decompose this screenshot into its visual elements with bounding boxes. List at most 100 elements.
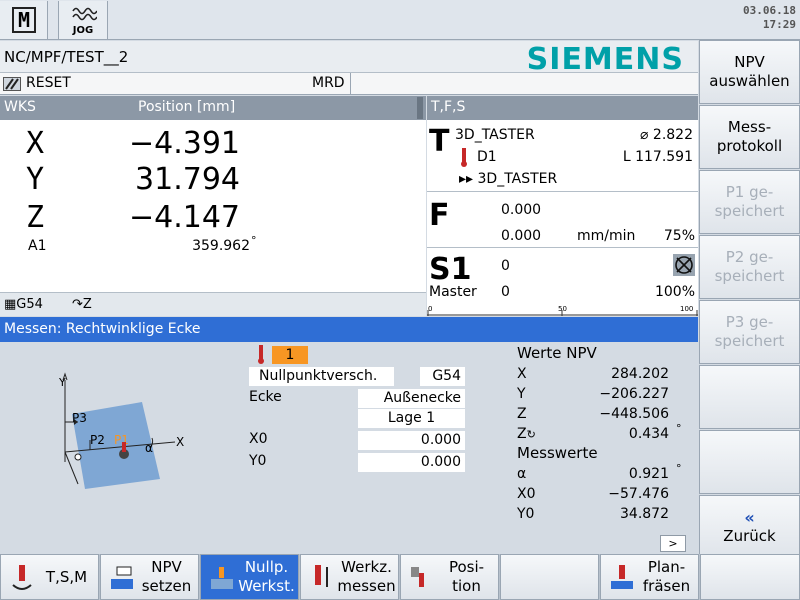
- zero-offset-value[interactable]: G54: [420, 367, 465, 386]
- softkey-tool-measure[interactable]: Werkz. messen: [300, 554, 399, 600]
- axis-value: −4.147: [128, 200, 240, 235]
- jog-mode-button[interactable]: JOG: [58, 1, 108, 39]
- degree-unit: °: [676, 422, 682, 435]
- rotation-icon: ↻: [526, 428, 536, 441]
- softkey-npv-select[interactable]: NPV auswählen: [699, 40, 800, 104]
- feed-letter: F: [429, 198, 450, 233]
- corner-label: Ecke: [249, 389, 282, 405]
- axis-a1-unit: °: [251, 234, 257, 247]
- result-value: −206.227: [599, 386, 669, 402]
- softkey-npv-set[interactable]: NPV setzen: [100, 554, 199, 600]
- softkey-empty-right[interactable]: [700, 554, 800, 600]
- softkey-empty-6[interactable]: [699, 365, 800, 429]
- tfs-display: T 3D_TASTER ⌀ 2.822 D1 L 117.591 ▸▸ 3D_T…: [427, 120, 698, 316]
- x0-input[interactable]: 0.000: [358, 431, 465, 450]
- status-divider: [350, 73, 351, 95]
- softkey-tsm[interactable]: T,S,M: [0, 554, 99, 600]
- measured-value: 0.921: [628, 466, 669, 482]
- feed-setpoint: 0.000: [501, 228, 542, 244]
- softkey-label: speichert: [714, 267, 785, 285]
- npv-set-icon: [111, 566, 133, 589]
- softkey-label: P3 ge-: [725, 313, 774, 331]
- jog-label: JOG: [72, 25, 94, 36]
- next-tool-name: 3D_TASTER: [477, 171, 558, 187]
- softkey-label: NPV: [151, 558, 182, 576]
- mrd-status: MRD: [312, 75, 345, 91]
- softkey-zero-workpiece[interactable]: Nullp. Werkst.: [200, 554, 299, 600]
- grid-icon: ▦: [4, 297, 17, 312]
- softkey-label: fräsen: [642, 577, 691, 595]
- softkey-label: tion: [452, 577, 481, 595]
- axis-row-z: Z −4.147: [0, 200, 426, 236]
- axis-a1-name: A1: [28, 238, 47, 254]
- softkey-face-milling[interactable]: Plan- fräsen: [600, 554, 699, 600]
- diagram-p3-label: P3: [72, 411, 87, 425]
- feed-section: F 0.000 0.000 mm/min 75%: [427, 192, 698, 248]
- softkey-p2-saved[interactable]: P2 ge- speichert: [699, 235, 800, 299]
- vertical-softkeys: NPV auswählen Mess- protokoll P1 ge- spe…: [699, 40, 800, 560]
- tfs-title: T,F,S: [431, 99, 466, 115]
- spindle-stop-icon: [673, 254, 695, 276]
- axis-value: −4.391: [128, 126, 240, 161]
- siemens-logo: SIEMENS: [526, 42, 684, 77]
- softkey-p1-saved[interactable]: P1 ge- speichert: [699, 170, 800, 234]
- softkey-label: speichert: [714, 202, 785, 220]
- softkey-measure-log[interactable]: Mess- protokoll: [699, 105, 800, 169]
- result-value: 0.434: [628, 426, 669, 442]
- position-select[interactable]: Lage 1: [358, 409, 465, 428]
- top-bar: M JOG 03.06.18 17:29: [0, 0, 800, 40]
- softkey-label: Zurück: [723, 527, 776, 545]
- spindle-override: 100%: [654, 284, 695, 300]
- tool-diameter: ⌀ 2.822: [640, 127, 693, 143]
- feed-actual: 0.000: [501, 202, 542, 218]
- spindle-speed: 0: [501, 258, 510, 274]
- measured-name: Y0: [517, 506, 535, 522]
- position-icon: [411, 567, 424, 587]
- jog-icon: [72, 7, 97, 21]
- softkey-label: protokoll: [716, 137, 783, 155]
- result-name: Z: [517, 406, 527, 422]
- next-tool: ▸▸ 3D_TASTER: [459, 171, 557, 187]
- tool-letter: T: [429, 124, 450, 159]
- softkey-empty[interactable]: [500, 554, 599, 600]
- diagram-y-label: Y: [58, 376, 66, 389]
- y0-input[interactable]: 0.000: [358, 453, 465, 472]
- corner-type-select[interactable]: Außenecke: [358, 389, 465, 408]
- zero-workpiece-icon: [211, 567, 233, 589]
- axis-row-y: Y 31.794: [0, 162, 426, 198]
- axis-value: 31.794: [135, 162, 240, 197]
- work-offset-indicator: ▦G54: [4, 297, 43, 312]
- softkey-position[interactable]: Posi- tion: [400, 554, 499, 600]
- measured-value: −57.476: [608, 486, 669, 502]
- y0-label: Y0: [249, 453, 267, 469]
- softkey-label: setzen: [141, 577, 192, 595]
- machine-mode-button[interactable]: M: [0, 1, 48, 39]
- wcs-title: WKS: [4, 99, 36, 115]
- tool-measure-icon: [315, 565, 328, 587]
- softkey-p3-saved[interactable]: P3 ge- speichert: [699, 300, 800, 364]
- zero-offset-select[interactable]: Nullpunktversch.: [249, 367, 394, 386]
- measured-name: α: [517, 466, 527, 482]
- diagram-x-label: X: [176, 435, 184, 449]
- softkey-label: auswählen: [709, 72, 790, 90]
- feed-override: 75%: [663, 228, 695, 244]
- spindle-master-value: 0: [501, 284, 510, 300]
- softkey-label: Plan-: [647, 558, 686, 576]
- result-name: Z: [517, 426, 527, 442]
- measured-title: Messwerte: [517, 444, 598, 462]
- position-display: X −4.391 Y 31.794 Z −4.147 A1 359.962 °: [0, 120, 426, 292]
- work-offset-value: G54: [16, 297, 43, 312]
- spindle-master-label: Master: [429, 284, 477, 300]
- date-text: 03.06.18: [743, 4, 796, 17]
- scale-label-0: 0: [428, 305, 433, 313]
- spindle-letter: S1: [429, 252, 472, 287]
- tool-length: L 117.591: [622, 149, 693, 165]
- next-page-arrow[interactable]: >: [660, 535, 686, 552]
- softkey-empty-7[interactable]: [699, 430, 800, 494]
- axis-name: Y: [26, 162, 45, 197]
- result-value: −448.506: [599, 406, 669, 422]
- softkey-back[interactable]: « Zurück: [699, 495, 800, 559]
- tsm-icon: [12, 565, 32, 590]
- probe-number-field[interactable]: 1: [272, 346, 308, 364]
- horizontal-softkeys: T,S,M NPV setzen Nullp. Werkst. Werkz. m…: [0, 554, 800, 600]
